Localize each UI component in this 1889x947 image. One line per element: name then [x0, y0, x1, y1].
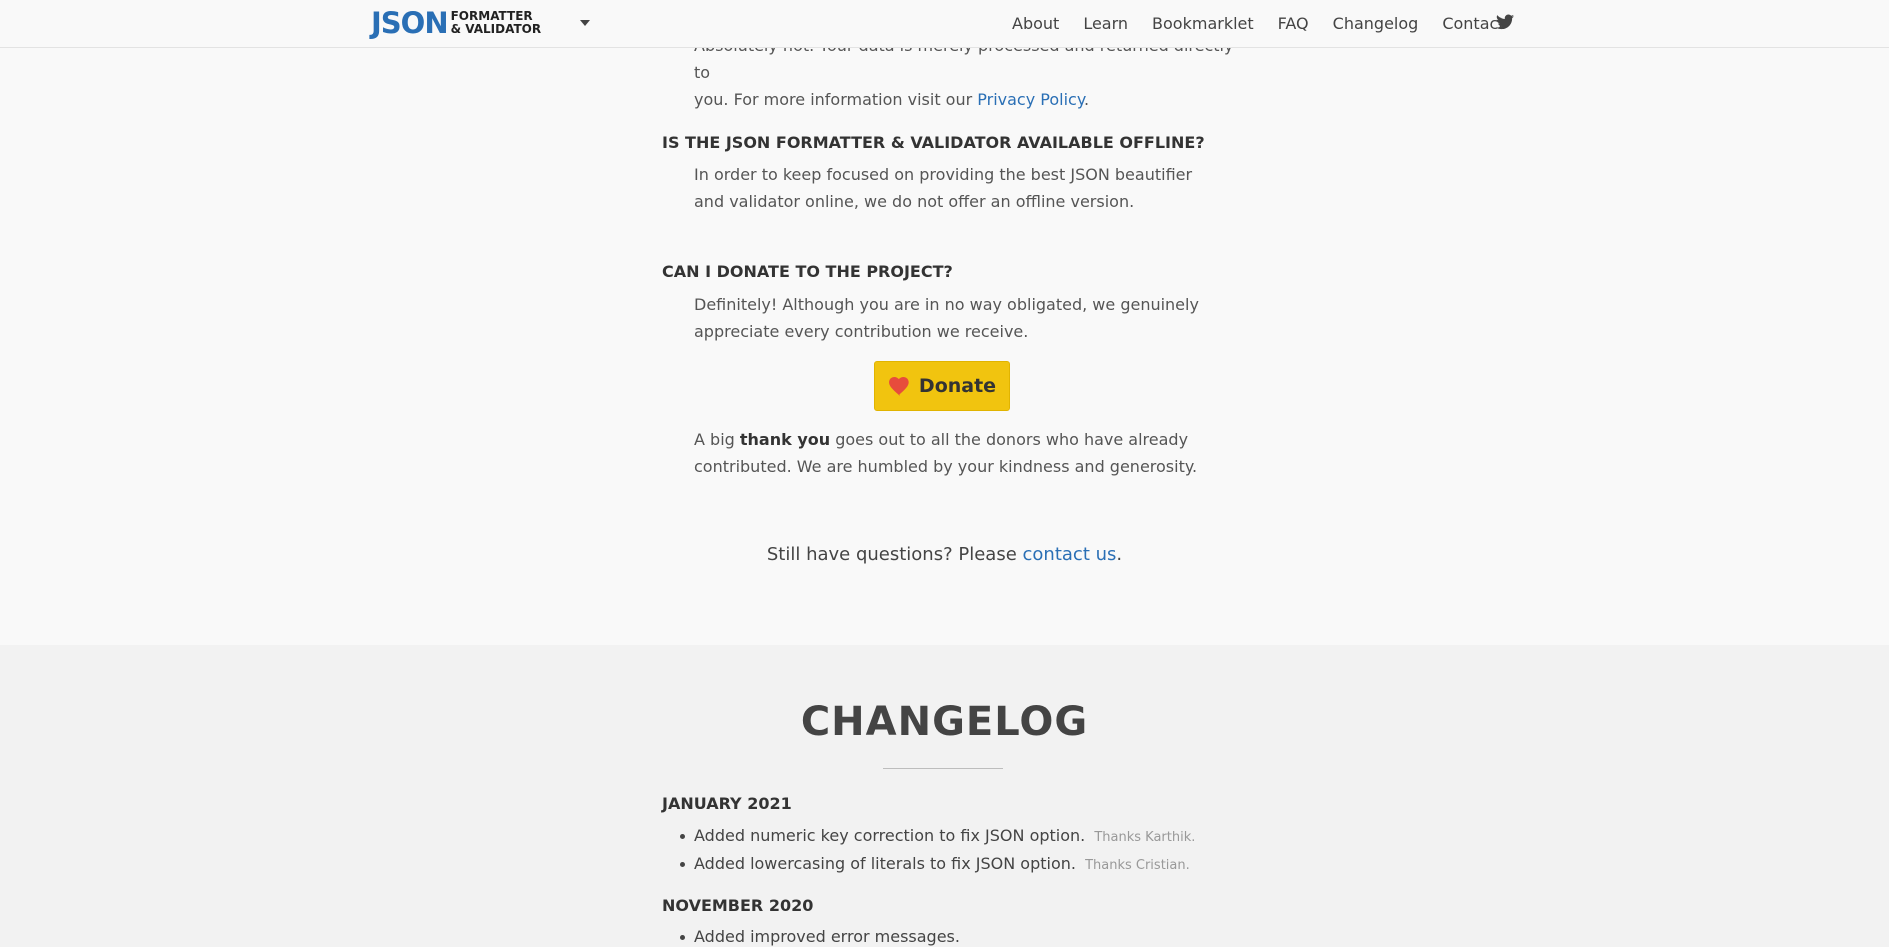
contact-us-link[interactable]: contact us [1023, 544, 1117, 565]
changelog-item-text: Added lowercasing of literals to fix JSO… [694, 854, 1076, 873]
changelog-title: CHANGELOG [800, 699, 1089, 745]
changelog-month-jan-2021: January 2021 [662, 794, 792, 813]
changelog-section [0, 645, 1889, 947]
changelog-item: Added improved error messages. [680, 927, 960, 946]
changelog-item-text: Added improved error messages. [694, 927, 960, 946]
changelog-item: Added lowercasing of literals to fix JSO… [680, 854, 1190, 873]
nav-link-about[interactable]: About [1012, 14, 1059, 33]
changelog-item-thanks: Thanks Cristian. [1085, 858, 1190, 873]
twitter-icon[interactable] [1496, 14, 1514, 30]
changelog-divider [883, 768, 1003, 769]
logo-subtitle-line2: & VALIDATOR [450, 22, 542, 36]
nav-link-learn[interactable]: Learn [1083, 14, 1128, 33]
changelog-item: Added numeric key correction to fix JSON… [679, 826, 1196, 845]
faq-question-donate: Can I donate to the project? [662, 262, 953, 281]
faq-answer-offline: In order to keep focused on providing th… [694, 165, 1193, 211]
site-logo[interactable]: JSON FORMATTER & VALIDATOR [371, 7, 541, 39]
faq-answer-donate: Definitely! Although you are in no way o… [694, 295, 1199, 341]
changelog-item-thanks: Thanks Karthik. [1094, 830, 1196, 845]
donors-thanks-prefix: A big [694, 430, 740, 449]
faq-answer-line2-suffix: . [1084, 90, 1090, 109]
changelog-item-text: Added numeric key correction to fix JSON… [694, 826, 1086, 845]
nav-link-faq[interactable]: FAQ [1278, 14, 1309, 33]
donate-button[interactable]: Donate [874, 361, 1010, 411]
heart-icon [888, 376, 909, 396]
donate-button-label: Donate [918, 375, 997, 397]
nav-link-bookmarklet[interactable]: Bookmarklet [1152, 14, 1254, 33]
changelog-month-nov-2020: November 2020 [662, 896, 814, 915]
still-suffix: . [1116, 544, 1123, 565]
chevron-down-icon[interactable] [580, 20, 590, 26]
logo-subtitle: FORMATTER & VALIDATOR [451, 10, 541, 36]
still-prefix: Still have questions? Please [766, 544, 1023, 565]
logo-json-text: JSON [371, 6, 449, 40]
donors-thanks-bold: thank you [739, 430, 831, 449]
nav-link-changelog[interactable]: Changelog [1333, 14, 1419, 33]
privacy-policy-link[interactable]: Privacy Policy [977, 90, 1084, 109]
donors-thanks: A big thank you goes out to all the dono… [694, 426, 1254, 480]
still-have-questions: Still have questions? Please contact us. [0, 544, 1889, 565]
nav-links: About Learn Bookmarklet FAQ Changelog Co… [1012, 0, 1529, 46]
faq-answer-line2-prefix: you. For more information visit our [694, 90, 978, 109]
top-navbar: JSON FORMATTER & VALIDATOR About Learn B… [0, 0, 1889, 48]
faq-question-offline: Is the JSON Formatter & Validator availa… [662, 133, 1205, 152]
